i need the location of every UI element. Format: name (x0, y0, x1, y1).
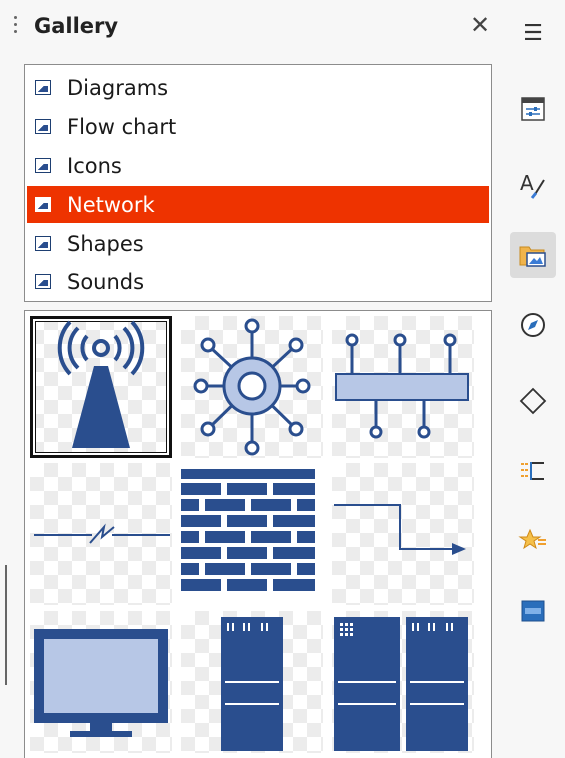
hamburger-menu-icon: ☰ (523, 20, 543, 45)
theme-icon (35, 80, 51, 95)
sidebar-page-button[interactable] (510, 448, 556, 494)
sidebar-styles-button[interactable]: A (510, 162, 556, 208)
gallery-item-link[interactable] (30, 463, 172, 605)
theme-item-icons[interactable]: Icons (27, 147, 489, 184)
shapes-icon (519, 387, 547, 415)
panel-resize-handle[interactable] (5, 565, 7, 685)
theme-list: Diagrams Flow chart Icons Network Shapes… (24, 64, 492, 302)
gallery-item-server-cluster[interactable] (332, 611, 474, 753)
gallery-icon (519, 246, 546, 267)
manage-changes-icon (521, 600, 545, 622)
connector-arrow-icon (334, 504, 466, 555)
theme-item-sounds[interactable]: Sounds (27, 263, 489, 300)
network-hub-icon (193, 318, 311, 456)
sidebar-style-inspector-button[interactable] (510, 518, 556, 564)
gallery-item-antenna[interactable] (30, 316, 172, 458)
firewall-icon (181, 463, 323, 605)
theme-label: Diagrams (67, 75, 169, 100)
style-inspector-icon (518, 528, 546, 550)
monitor-icon (34, 629, 168, 737)
theme-item-diagrams[interactable]: Diagrams (27, 69, 489, 106)
navigator-icon (521, 313, 545, 337)
theme-label: Flow chart (67, 114, 177, 139)
gallery-items-grid (24, 310, 492, 758)
sidebar-properties-button[interactable] (510, 86, 556, 132)
gallery-item-connector[interactable] (332, 463, 474, 605)
gallery-item-firewall[interactable] (181, 463, 323, 605)
antenna-tower-icon (57, 320, 145, 448)
sidebar-navigator-button[interactable] (510, 302, 556, 348)
styles-icon: A (520, 171, 545, 199)
svg-text:A: A (520, 171, 534, 195)
lightning-link-icon (34, 523, 170, 544)
theme-icon (35, 119, 51, 134)
theme-label: Sounds (67, 269, 145, 294)
gallery-item-bus[interactable] (332, 316, 474, 458)
theme-item-shapes[interactable]: Shapes (27, 225, 489, 262)
sidebar-shapes-button[interactable] (510, 378, 556, 424)
theme-label: Shapes (67, 231, 144, 256)
theme-label: Network (67, 192, 155, 217)
server-rack-icon (221, 617, 283, 751)
theme-icon (35, 236, 51, 251)
server-cluster-icon (334, 617, 468, 751)
panel-title: Gallery (34, 14, 119, 38)
panel-header: Gallery ✕ (0, 0, 502, 56)
sidebar-menu-button[interactable]: ☰ (510, 10, 556, 56)
drag-handle[interactable] (14, 16, 18, 40)
gallery-item-server[interactable] (181, 611, 323, 753)
theme-label: Icons (67, 153, 122, 178)
sidebar-gallery-button[interactable] (510, 232, 556, 278)
theme-icon (35, 197, 51, 212)
gallery-panel: Gallery ✕ Diagrams Flow chart Icons Netw… (0, 0, 502, 758)
page-icon (521, 462, 544, 480)
gallery-item-hub[interactable] (181, 316, 323, 458)
properties-icon (521, 97, 545, 121)
close-button[interactable]: ✕ (466, 12, 494, 40)
gallery-item-monitor[interactable] (30, 611, 172, 753)
sidebar-manage-changes-button[interactable] (510, 588, 556, 634)
theme-item-network[interactable]: Network (27, 186, 489, 223)
network-bus-icon (335, 333, 469, 439)
theme-icon (35, 274, 51, 289)
sidebar-deck: ☰ A (502, 0, 565, 758)
theme-icon (35, 158, 51, 173)
theme-item-flow-chart[interactable]: Flow chart (27, 108, 489, 145)
